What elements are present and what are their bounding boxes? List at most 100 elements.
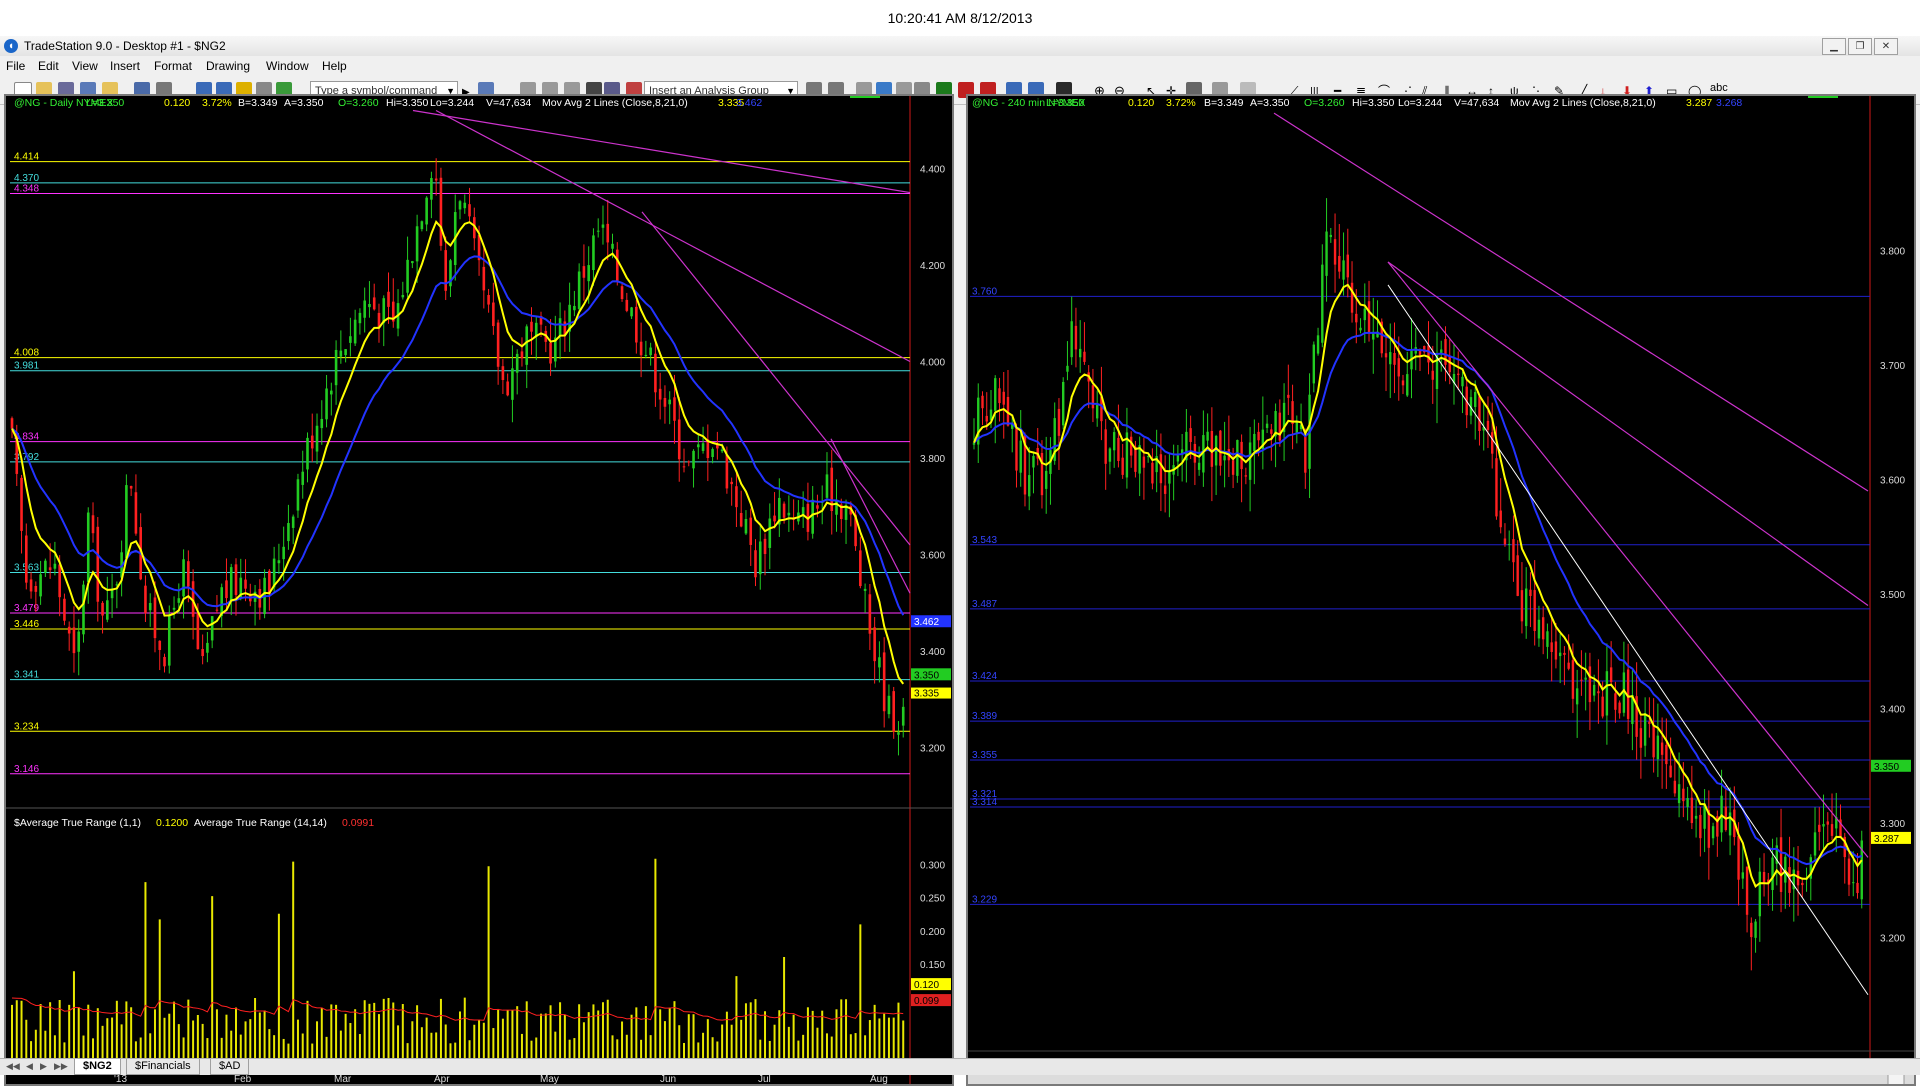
candle-body [1325, 231, 1328, 276]
candle-body [1588, 666, 1592, 703]
menu-file[interactable]: File [6, 59, 25, 73]
candle-body [749, 517, 753, 545]
candle-body [206, 642, 209, 653]
next-tab-icon[interactable]: ▶ [40, 1061, 47, 1072]
candle-body [401, 294, 405, 298]
candle-body [1265, 423, 1269, 428]
restore-button[interactable]: ❐ [1848, 38, 1872, 55]
candle-body [430, 178, 433, 200]
atr-badge-2-text: 0.099 [914, 996, 939, 1007]
candle-body [744, 518, 748, 534]
candle-body [1852, 882, 1855, 884]
candle-body [720, 449, 724, 452]
last-tab-icon[interactable]: ▶▶ [54, 1061, 68, 1072]
candle-body [1605, 671, 1609, 716]
close-button[interactable]: ✕ [1874, 38, 1898, 55]
tab-ng2[interactable]: $NG2 [74, 1059, 121, 1075]
candle-body [1669, 765, 1672, 778]
candle-body [816, 505, 819, 509]
intraday-chart-svg[interactable]: 3.800 3.700 3.600 3.500 3.400 3.300 3.200 3.760… [968, 96, 1916, 1086]
tab-financials[interactable]: $Financials [126, 1059, 200, 1075]
daily-chart-svg[interactable]: 4.4144.3704.3484.0083.9813.8343.7923.563… [6, 96, 954, 1086]
trendline-white [1387, 284, 1869, 996]
candle-body [1486, 420, 1490, 430]
price-axis-label: 3.700 [1880, 361, 1905, 372]
price-axis-label: 3.600 [1880, 476, 1905, 487]
candle-body [1563, 652, 1566, 655]
title-bar: ◖ TradeStation 9.0 - Desktop #1 - $NG2 ▁… [0, 36, 1920, 57]
candle-body [1682, 788, 1685, 802]
menu-format[interactable]: Format [154, 59, 192, 73]
tradestation-logo-icon: ◖ [4, 39, 18, 53]
chart-window-240min[interactable]: 3.800 3.700 3.600 3.500 3.400 3.300 3.200 3.760… [966, 94, 1916, 1086]
candle-body [1083, 351, 1086, 362]
candle-body [1745, 866, 1749, 915]
price-level-label: 3.314 [972, 797, 997, 808]
candle-body [153, 597, 157, 639]
candle-body [415, 226, 419, 262]
candle-body [1015, 426, 1018, 471]
candle-body [1248, 442, 1252, 480]
ma-slow-badge-text: 3.462 [914, 617, 939, 628]
candle-body [420, 221, 424, 230]
candle-body [10, 418, 14, 429]
candle-body [487, 295, 490, 305]
menu-drawing[interactable]: Drawing [206, 59, 250, 73]
candle-body [1550, 642, 1553, 652]
candle-body [1457, 373, 1460, 375]
candle-body [1078, 348, 1082, 358]
window-title: TradeStation 9.0 - Desktop #1 - $NG2 [24, 39, 226, 53]
price-axis-label: 3.800 [920, 454, 945, 465]
candle-body [859, 550, 862, 587]
menu-edit[interactable]: Edit [38, 59, 59, 73]
candle-body [167, 614, 171, 666]
menu-window[interactable]: Window [266, 59, 309, 73]
candle-body [58, 564, 61, 598]
date-axis-label: '13 [114, 1074, 127, 1085]
candle-body [1618, 702, 1621, 714]
candle-body [229, 567, 233, 601]
chart-header-field: 0.120 [1128, 97, 1154, 109]
menu-help[interactable]: Help [322, 59, 347, 73]
candle-body [887, 695, 891, 715]
candle-body [411, 261, 414, 264]
candle-body [1223, 455, 1226, 461]
screen-timestamp: 10:20:41 AM 8/12/2013 [887, 10, 1033, 26]
candle-body [1397, 358, 1400, 377]
candle-body [1253, 433, 1256, 452]
candle-body [372, 297, 376, 310]
candle-body [1614, 693, 1617, 710]
candle-body [148, 602, 152, 611]
candle-body [1639, 728, 1643, 748]
candle-body [1197, 462, 1201, 470]
candle-body [668, 399, 672, 405]
first-tab-icon[interactable]: ◀◀ [6, 1061, 20, 1072]
minimize-button[interactable]: ▁ [1822, 38, 1846, 55]
candle-body [1784, 856, 1787, 883]
prev-tab-icon[interactable]: ◀ [26, 1061, 33, 1072]
candle-body [1129, 436, 1133, 456]
candle-body [725, 454, 729, 489]
candle-body [330, 390, 333, 395]
price-level-label: 3.389 [972, 711, 997, 722]
candle-body [468, 204, 471, 217]
menu-view[interactable]: View [72, 59, 98, 73]
candle-body [215, 609, 219, 611]
menu-insert[interactable]: Insert [110, 59, 140, 73]
chart-header-field: A=3.350 [284, 97, 324, 109]
candle-body [868, 594, 872, 634]
candle-body [34, 585, 38, 592]
trendline [641, 211, 911, 546]
tab-ad[interactable]: $AD [210, 1059, 250, 1075]
price-level-label: 3.146 [14, 764, 39, 775]
chart-window-daily[interactable]: 4.4144.3704.3484.0083.9813.8343.7923.563… [4, 94, 954, 1086]
candle-body [1648, 721, 1651, 724]
candle-body [86, 512, 90, 582]
candle-body [196, 612, 200, 650]
candle-body [1206, 431, 1209, 441]
candle-body [1019, 440, 1022, 473]
candle-body [44, 560, 47, 573]
chart-header-field: 3.287 [1686, 97, 1712, 109]
candle-body [1350, 282, 1354, 313]
candle-body [582, 266, 586, 278]
